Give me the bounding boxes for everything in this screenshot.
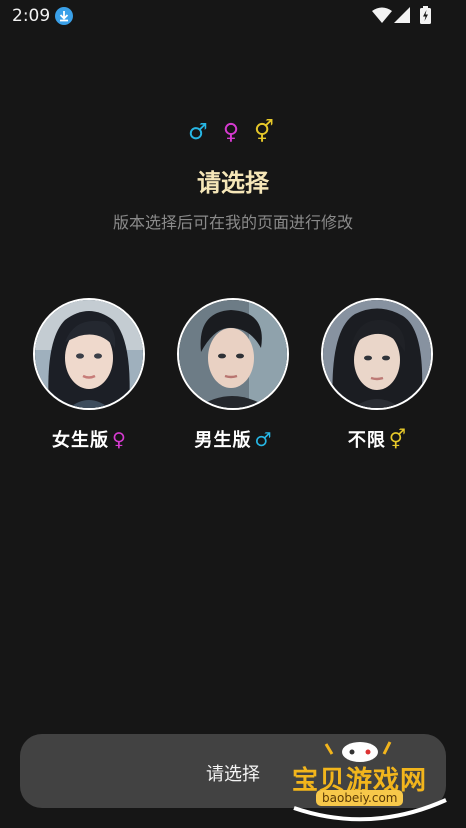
- page-subtitle: 版本选择后可在我的页面进行修改: [112, 213, 353, 232]
- option-text: 男生版: [194, 430, 252, 451]
- male-symbol-icon: ♂: [254, 429, 272, 451]
- wifi-icon: [372, 7, 392, 27]
- page-title: 请选择: [197, 169, 269, 197]
- option-female[interactable]: 女生版 ♀: [33, 298, 145, 452]
- battery-charging-icon: [420, 6, 431, 28]
- gender-symbols: ♂ ♀ ⚥: [0, 120, 466, 145]
- male-symbol-icon: ♂: [188, 120, 212, 145]
- watermark-logo: 宝贝游戏网 baobeiy.com: [286, 738, 456, 822]
- female-symbol-icon: ♀: [222, 120, 243, 145]
- option-text: 女生版: [52, 430, 110, 451]
- option-label-male: 男生版 ♂: [177, 426, 289, 452]
- option-label-any: 不限 ⚥: [321, 426, 433, 452]
- avatar-female[interactable]: [33, 298, 145, 410]
- option-label-female: 女生版 ♀: [33, 426, 145, 452]
- watermark-url: baobeiy.com: [316, 790, 404, 806]
- female-symbol-icon: ♀: [112, 429, 126, 451]
- avatar-any[interactable]: [321, 298, 433, 410]
- option-text: 不限: [347, 430, 386, 451]
- download-icon: [55, 7, 73, 25]
- status-time: 2:09: [12, 6, 51, 26]
- option-any[interactable]: 不限 ⚥: [321, 298, 433, 452]
- avatar-male[interactable]: [177, 298, 289, 410]
- unisex-symbol-icon: ⚥: [253, 120, 278, 145]
- unisex-symbol-icon: ⚥: [388, 429, 407, 451]
- option-male[interactable]: 男生版 ♂: [177, 298, 289, 452]
- status-bar: 2:09: [0, 0, 466, 32]
- signal-icon: [394, 7, 410, 27]
